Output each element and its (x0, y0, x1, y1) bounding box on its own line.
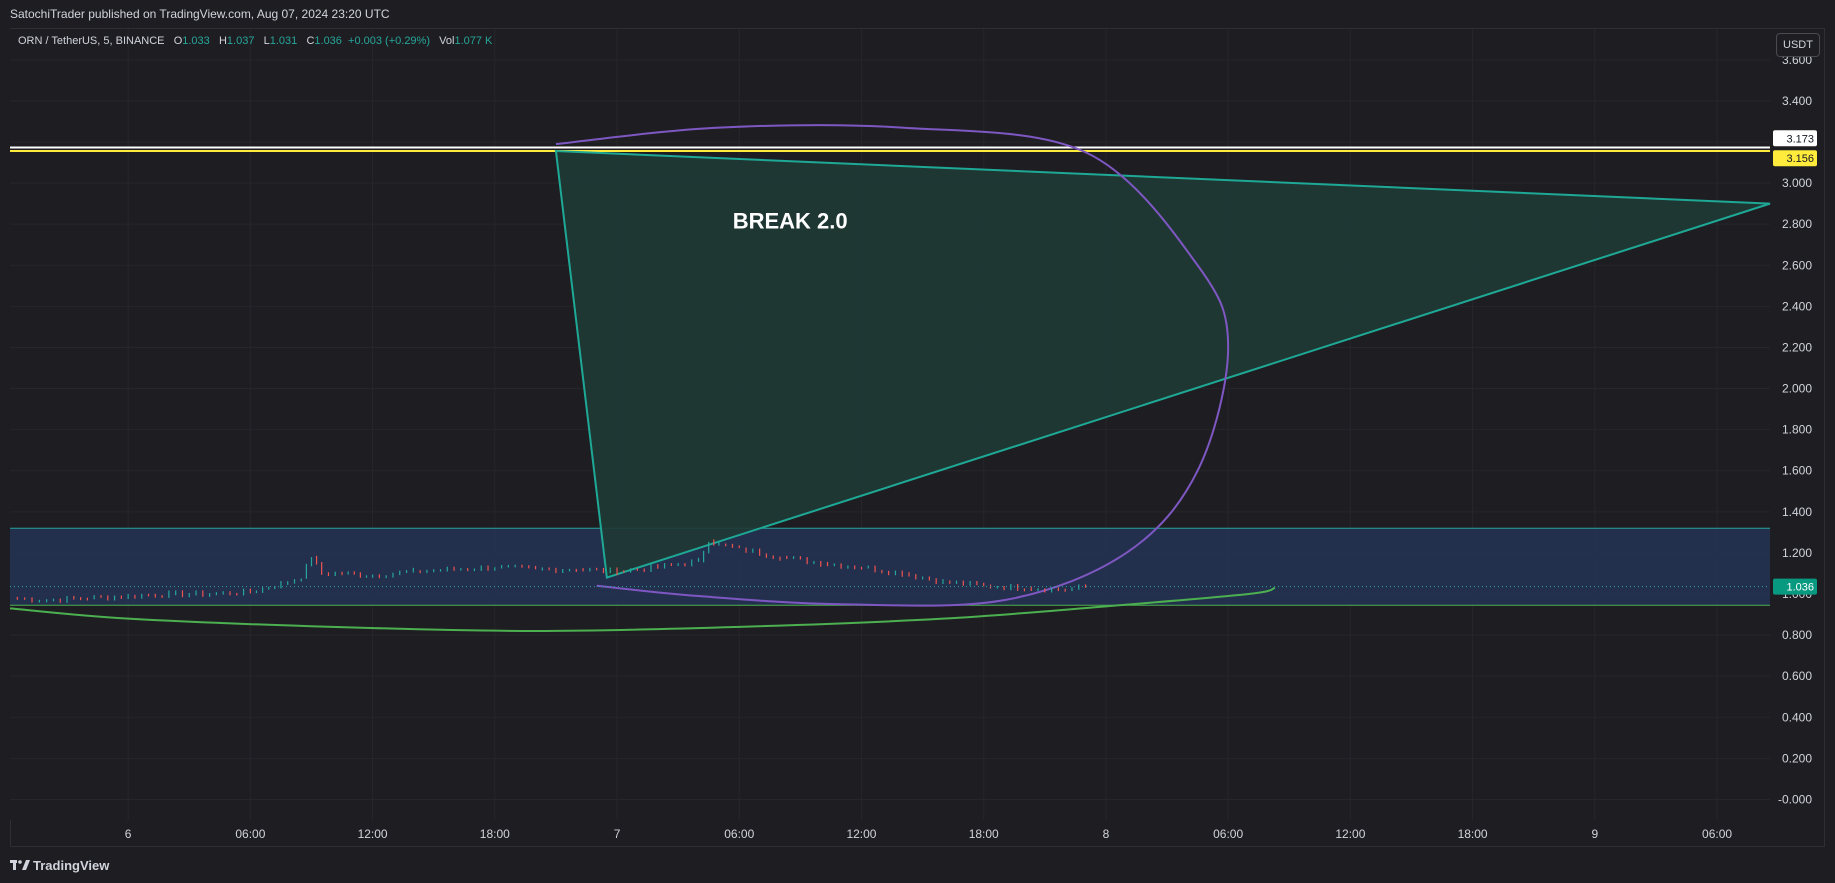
y-tick-label: 1.800 (1782, 423, 1812, 437)
price-tags: 3.173 3.156 1.036 (1773, 130, 1817, 595)
y-tick-label: 1.200 (1782, 546, 1812, 560)
y-tick-label: 0.800 (1782, 628, 1812, 642)
x-tick-label: 06:00 (235, 827, 265, 841)
break-label: BREAK 2.0 (733, 208, 848, 233)
legend-symbol: ORN / TetherUS, 5, BINANCE (18, 35, 165, 47)
support-zone-fill (10, 528, 1770, 606)
legend-volume-label: Vol (439, 35, 455, 47)
y-tick-label: 2.800 (1782, 217, 1812, 231)
y-tick-label: 1.400 (1782, 505, 1812, 519)
y-tick-label: 2.000 (1782, 382, 1812, 396)
x-tick-label: 7 (614, 827, 621, 841)
legend-change-value: +0.003 (+0.29%) (348, 35, 430, 47)
tradingview-logo-icon[interactable] (10, 858, 30, 872)
x-tick-label: 8 (1103, 827, 1110, 841)
legend-low-value: 1.031 (269, 35, 298, 47)
x-tick-label: 18:00 (1458, 827, 1488, 841)
x-axis: 6 06:00 12:00 18:00 7 06:00 12:00 18:00 8 06:00 12… (125, 827, 1733, 841)
currency-button[interactable]: USDT (1776, 33, 1820, 57)
x-tick-label: 6 (125, 827, 132, 841)
support-zone (10, 527, 1770, 606)
x-tick-label: 06:00 (724, 827, 754, 841)
y-tick-label: 0.200 (1782, 751, 1812, 765)
x-tick-label: 12:00 (1335, 827, 1365, 841)
x-tick-label: 12:00 (358, 827, 388, 841)
y-tick-label: 2.600 (1782, 258, 1812, 272)
price-tag-level-yellow: 3.156 (1786, 153, 1814, 165)
x-tick-label: 18:00 (969, 827, 999, 841)
price-tag-last: 1.036 (1786, 582, 1814, 594)
y-tick-label: -0.000 (1778, 792, 1812, 806)
legend-open-label: O (173, 35, 183, 47)
x-tick-label: 06:00 (1702, 827, 1732, 841)
chart-canvas[interactable]: 3.6003.4003.2003.0002.8002.6002.4002.200… (0, 0, 1835, 883)
price-tag-level-white: 3.173 (1786, 133, 1814, 145)
x-tick-label: 06:00 (1213, 827, 1243, 841)
y-tick-label: 1.600 (1782, 464, 1812, 478)
x-tick-label: 9 (1591, 827, 1598, 841)
brand-name[interactable]: TradingView (33, 858, 109, 873)
y-tick-label: 2.400 (1782, 299, 1812, 313)
x-tick-label: 12:00 (846, 827, 876, 841)
ohlc-legend: ORN / TetherUS, 5, BINANCE O1.033 H1.037… (18, 35, 492, 47)
legend-close-value: 1.036 (314, 35, 342, 47)
y-tick-label: 3.400 (1782, 94, 1812, 108)
y-tick-label: 2.200 (1782, 340, 1812, 354)
y-tick-label: 0.600 (1782, 669, 1812, 683)
legend-volume-value: 1.077 K (454, 35, 493, 47)
legend-high-value: 1.037 (226, 35, 255, 47)
legend-high-label: H (218, 35, 227, 47)
y-tick-label: 0.400 (1782, 710, 1812, 724)
y-tick-label: 3.000 (1782, 176, 1812, 190)
annotations: BREAK 2.0 (733, 208, 848, 233)
x-tick-label: 18:00 (480, 827, 510, 841)
footer-bar (0, 851, 1835, 883)
legend-open-value: 1.033 (182, 35, 210, 47)
